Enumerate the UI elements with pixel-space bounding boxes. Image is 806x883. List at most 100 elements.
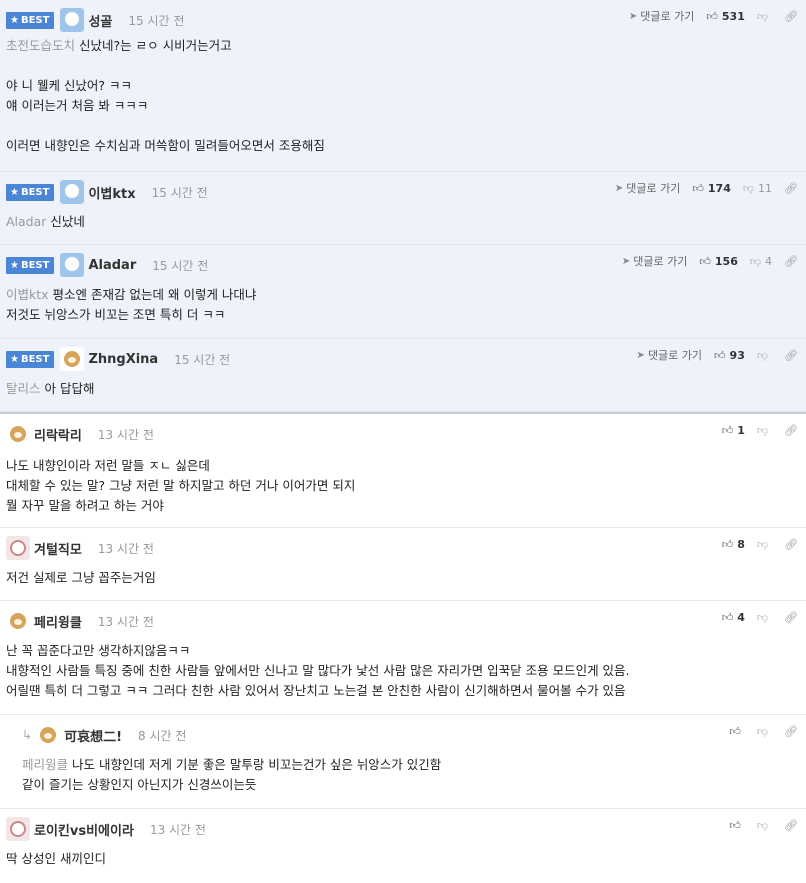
link-icon[interactable]: 🔗︎	[784, 10, 798, 23]
reply-arrow-icon: ➤	[621, 255, 631, 267]
timestamp: 8 시간 전	[138, 728, 187, 743]
best-badge: ★ BEST	[6, 183, 55, 201]
link-icon[interactable]: 🔗︎	[784, 424, 798, 437]
upvote-button[interactable]: 👍︎	[729, 819, 745, 832]
comment-header: ★ BEST ZhngXina 15 시간 전	[6, 347, 230, 371]
upvote-button[interactable]: 👍︎ 531	[706, 10, 744, 23]
best-comment: ★ BEST 성골 15 시간 전 ➤ 댓글로 가기 👍︎ 531 👎︎ 🔗︎ 초전도…	[0, 0, 806, 172]
timestamp: 13 시간 전	[97, 427, 154, 442]
best-badge: ★ BEST	[6, 256, 55, 274]
downvote-button[interactable]: 👎︎	[757, 538, 772, 551]
avatar[interactable]	[6, 536, 30, 560]
reply-comment: ↳ 可哀想二! 8 시간 전 👍︎ 👎︎ 🔗︎ 페리윙클 나도 내향인데 저게 기…	[0, 715, 806, 809]
star-icon: ★	[10, 353, 19, 365]
nickname[interactable]: 可哀想二!	[64, 726, 122, 745]
link-icon[interactable]: 🔗︎	[784, 819, 798, 832]
thumbs-down-icon: 👎︎	[756, 9, 769, 23]
link-icon[interactable]: 🔗︎	[784, 538, 798, 551]
avatar[interactable]	[36, 723, 61, 747]
thumbs-down-icon: 👎︎	[742, 181, 755, 195]
comment-header: ★ BEST 이볍ktx 15 시간 전	[6, 180, 208, 204]
downvote-button[interactable]: 👎︎	[757, 611, 772, 624]
best-comment: ★ BEST ZhngXina 15 시간 전 ➤ 댓글로 가기 👍︎ 93 👎︎ 🔗…	[0, 339, 806, 412]
upvote-button[interactable]: 👍︎ 156	[699, 255, 737, 268]
reply-arrow-icon: ➤	[636, 349, 645, 361]
timestamp: 15 시간 전	[174, 352, 231, 367]
comment: 리락락리 13 시간 전 👍︎ 1 👎︎ 🔗︎ 나도 내향인이라 저런 말들 ㅈㄴ…	[0, 414, 806, 528]
comment-actions: 👍︎ 👎︎ 🔗︎	[729, 723, 798, 739]
comment: 페리윙클 13 시간 전 👍︎ 4 👎︎ 🔗︎ 난 꼭 꼽준다고만 생각하지않음ㅋ…	[0, 601, 806, 715]
upvote-button[interactable]: 👍︎	[729, 725, 745, 738]
nickname[interactable]: 이볍ktx	[88, 183, 135, 202]
comment-header: 페리윙클 13 시간 전	[6, 609, 154, 633]
comment-actions: 👍︎ 8 👎︎ 🔗︎	[722, 536, 798, 552]
comment-header: 로이킨vs비에이라 13 시간 전	[6, 817, 206, 841]
nickname[interactable]: 로이킨vs비에이라	[34, 820, 134, 839]
nickname[interactable]: 리락락리	[34, 425, 82, 444]
timestamp: 15 시간 전	[151, 185, 208, 200]
nickname[interactable]: 겨털직모	[34, 539, 82, 558]
upvote-button[interactable]: 👍︎ 93	[714, 349, 745, 362]
thumbs-down-icon: 👎︎	[756, 724, 769, 738]
thumbs-up-icon: 👍︎	[721, 610, 734, 624]
mention[interactable]: 이볍ktx	[6, 287, 49, 302]
best-comment: ★ BEST Aladar 15 시간 전 ➤ 댓글로 가기 👍︎ 156 👎︎ 4 🔗…	[0, 245, 806, 339]
comment-actions: ➤ 댓글로 가기 👍︎ 156 👎︎ 4 🔗︎	[622, 253, 798, 269]
link-icon[interactable]: 🔗︎	[784, 255, 798, 268]
timestamp: 15 시간 전	[152, 258, 209, 273]
mention[interactable]: 탈리스	[6, 381, 41, 396]
downvote-button[interactable]: 👎︎	[757, 725, 772, 738]
downvote-button[interactable]: 👎︎	[757, 424, 772, 437]
comment-header: ↳ 可哀想二! 8 시간 전	[22, 723, 186, 747]
avatar[interactable]	[60, 347, 85, 371]
reply-link[interactable]: ➤ 댓글로 가기	[622, 253, 688, 269]
reply-arrow-icon: ➤	[614, 182, 624, 194]
mention[interactable]: 초전도습도치	[6, 38, 75, 53]
comment-actions: 👍︎ 1 👎︎ 🔗︎	[722, 422, 798, 438]
comment-body: 난 꼭 꼽준다고만 생각하지않음ㅋㅋ 내향적인 사람들 특징 중에 친한 사람들…	[6, 643, 630, 698]
link-icon[interactable]: 🔗︎	[784, 182, 798, 195]
comment: 겨털직모 13 시간 전 👍︎ 8 👎︎ 🔗︎ 저건 실제로 그냥 꼽주는거임	[0, 528, 806, 601]
star-icon: ★	[10, 14, 19, 26]
nickname[interactable]: 페리윙클	[34, 612, 82, 631]
comment-actions: ➤ 댓글로 가기 👍︎ 174 👎︎ 11 🔗︎	[615, 180, 798, 196]
upvote-button[interactable]: 👍︎ 174	[692, 182, 730, 195]
comment-header: ★ BEST Aladar 15 시간 전	[6, 253, 208, 277]
thumbs-up-icon: 👍︎	[706, 9, 718, 23]
link-icon[interactable]: 🔗︎	[784, 725, 798, 738]
reply-link[interactable]: ➤ 댓글로 가기	[629, 8, 695, 24]
comment-body: 초전도습도치 신났네?는 ㄹㅇ 시비거는거고 야 니 웰케 신났어? ㅋㅋ 얘 이…	[6, 38, 325, 153]
link-icon[interactable]: 🔗︎	[784, 349, 798, 362]
avatar[interactable]	[6, 817, 30, 841]
reply-arrow-icon: ➤	[628, 10, 638, 22]
reply-link[interactable]: ➤ 댓글로 가기	[615, 180, 681, 196]
best-badge: ★ BEST	[6, 350, 55, 368]
avatar[interactable]	[60, 8, 85, 32]
downvote-button[interactable]: 👎︎	[757, 10, 772, 23]
downvote-button[interactable]: 👎︎	[757, 349, 772, 362]
upvote-button[interactable]: 👍︎ 4	[722, 611, 745, 624]
avatar[interactable]	[6, 609, 30, 633]
nickname[interactable]: ZhngXina	[88, 352, 158, 367]
thumbs-up-icon: 👍︎	[692, 181, 704, 195]
reply-link[interactable]: ➤ 댓글로 가기	[637, 347, 703, 363]
avatar[interactable]	[60, 253, 85, 277]
avatar[interactable]	[60, 180, 85, 204]
downvote-button[interactable]: 👎︎ 4	[750, 255, 772, 268]
upvote-button[interactable]: 👍︎ 8	[722, 538, 745, 551]
thumbs-up-icon: 👍︎	[729, 724, 741, 738]
reply-indicator-icon: ↳	[22, 728, 33, 742]
comment-actions: 👍︎ 4 👎︎ 🔗︎	[722, 609, 798, 625]
avatar[interactable]	[6, 422, 30, 446]
upvote-button[interactable]: 👍︎ 1	[722, 424, 745, 437]
thumbs-up-icon: 👍︎	[721, 423, 734, 437]
thumbs-down-icon: 👎︎	[756, 348, 769, 362]
nickname[interactable]: 성골	[88, 11, 112, 30]
downvote-button[interactable]: 👎︎	[757, 819, 772, 832]
timestamp: 13 시간 전	[149, 822, 206, 837]
mention[interactable]: Aladar	[6, 214, 46, 229]
link-icon[interactable]: 🔗︎	[784, 611, 798, 624]
nickname[interactable]: Aladar	[88, 258, 136, 273]
mention[interactable]: 페리윙클	[22, 757, 68, 772]
downvote-button[interactable]: 👎︎ 11	[743, 182, 772, 195]
